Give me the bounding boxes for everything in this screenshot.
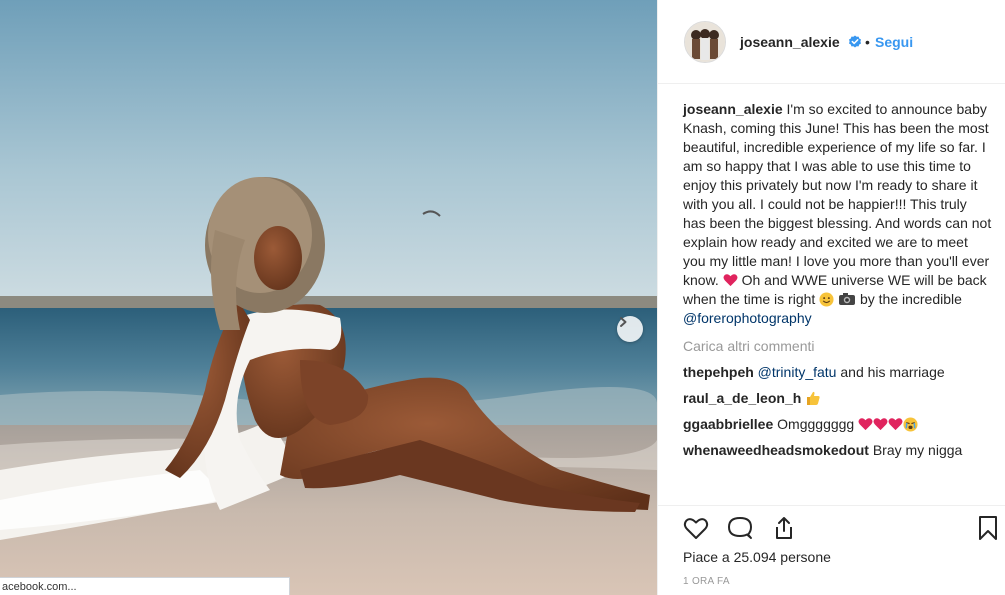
comment-text: Bray my nigga [872, 442, 963, 458]
thumbs-up-emoji-icon [807, 391, 820, 405]
post-side-panel: joseann_alexie • Segui joseann_alexie I'… [657, 0, 1005, 595]
comment-item: ggaabbriellee Omggggggg [683, 415, 993, 434]
comment-item: thepehpeh @trinity_fatu and his marriage [683, 363, 993, 382]
red-heart-emoji-icon [888, 418, 903, 431]
post-header: joseann_alexie • Segui [658, 0, 1005, 84]
bookmark-icon[interactable] [974, 514, 1002, 542]
comment-item: whenaweedheadsmokedout Bray my nigga [683, 441, 993, 460]
avatar-image [685, 22, 725, 62]
caption-text-1: I'm so excited to announce baby Knash, c… [683, 101, 992, 288]
comment-mention[interactable]: @trinity_fatu [758, 364, 837, 380]
red-heart-emoji-icon [858, 418, 873, 431]
comments-section: joseann_alexie I'm so excited to announc… [683, 100, 993, 460]
smiling-face-emoji-icon [819, 292, 834, 307]
share-upload-icon[interactable] [770, 514, 798, 542]
comment-username[interactable]: thepehpeh [683, 364, 754, 380]
post-actions-bar [658, 505, 1005, 545]
crying-face-emoji-icon [903, 417, 918, 432]
caption-username[interactable]: joseann_alexie [683, 101, 783, 117]
caption-photographer-mention[interactable]: @forerophotography [683, 310, 812, 326]
next-photo-button[interactable] [617, 316, 643, 342]
comment-text: Omggggggg [777, 416, 855, 432]
post-photo[interactable]: acebook.com... [0, 0, 657, 595]
camera-emoji-icon [839, 293, 856, 305]
post-caption: joseann_alexie I'm so excited to announc… [683, 100, 993, 328]
comment-username[interactable]: raul_a_de_leon_h [683, 390, 801, 406]
avatar[interactable] [684, 21, 726, 63]
comment-username[interactable]: whenaweedheadsmokedout [683, 442, 869, 458]
follow-button[interactable]: Segui [875, 34, 913, 50]
likes-count[interactable]: Piace a 25.094 persone [683, 549, 831, 565]
red-heart-emoji-icon [723, 274, 738, 287]
comment-username[interactable]: ggaabbriellee [683, 416, 773, 432]
chevron-right-icon [620, 317, 627, 327]
browser-status-url: acebook.com... [0, 577, 290, 595]
red-heart-emoji-icon [873, 418, 888, 431]
caption-text-3: by the incredible [859, 291, 962, 307]
comment-text: and his marriage [836, 364, 945, 380]
header-separator-dot: • [865, 34, 870, 50]
header-username[interactable]: joseann_alexie [740, 34, 840, 50]
beach-photo-illustration [0, 0, 657, 595]
comment-item: raul_a_de_leon_h [683, 389, 993, 408]
verified-badge-icon [849, 35, 861, 48]
post-timestamp: 1 ORA FA [683, 576, 730, 587]
speech-bubble-icon[interactable] [726, 514, 754, 542]
load-more-comments-button[interactable]: Carica altri commenti [683, 337, 993, 356]
heart-outline-icon[interactable] [682, 514, 710, 542]
